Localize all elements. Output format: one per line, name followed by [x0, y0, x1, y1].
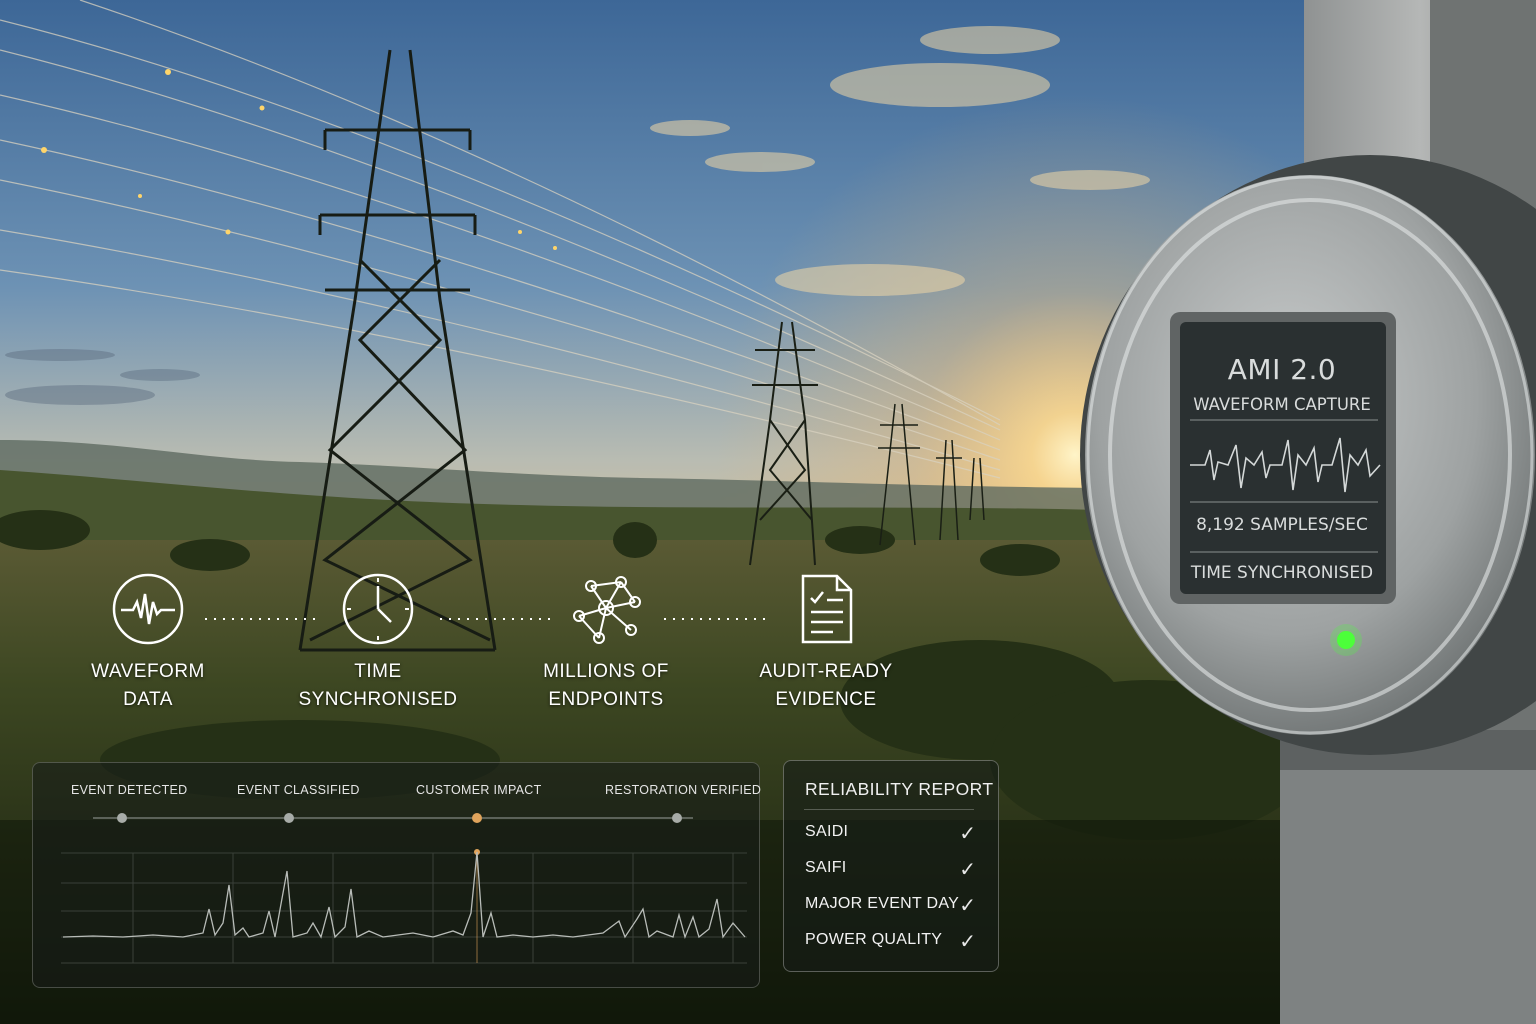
- report-divider: [804, 809, 974, 810]
- report-item-power-quality: POWER QUALITY ✓: [805, 931, 976, 953]
- feature-time-synchronised: TIME SYNCHRONISED: [293, 572, 463, 714]
- waveform-icon: [112, 573, 184, 645]
- feature-label-line2: EVIDENCE: [775, 689, 877, 710]
- reliability-report-panel: RELIABILITY REPORT SAIDI ✓ SAIFI ✓ MAJOR…: [783, 760, 999, 972]
- network-nodes-icon: [573, 576, 641, 644]
- report-item-saidi: SAIDI ✓: [805, 823, 976, 845]
- report-item-label: POWER QUALITY: [805, 931, 943, 948]
- report-item-major-event-day: MAJOR EVENT DAY ✓: [805, 895, 976, 917]
- meter-title: AMI 2.0: [1227, 353, 1337, 386]
- meter-display: AMI 2.0 WAVEFORM CAPTURE 8,192 SAMPLES/S…: [1174, 320, 1394, 602]
- feature-label-line1: AUDIT-READY: [759, 661, 893, 682]
- report-item-label: MAJOR EVENT DAY: [805, 895, 960, 912]
- report-item-label: SAIDI: [805, 823, 849, 840]
- feature-label-line2: SYNCHRONISED: [298, 689, 458, 710]
- meter-sample-rate: 8,192 SAMPLES/SEC: [1196, 515, 1368, 535]
- stage-marker: [117, 813, 127, 823]
- report-item-label: SAIFI: [805, 859, 847, 876]
- meter-sync-status: TIME SYNCHRONISED: [1190, 563, 1374, 583]
- feature-waveform-data: WAVEFORM DATA: [63, 572, 233, 714]
- feature-label-line2: ENDPOINTS: [548, 689, 664, 710]
- feature-label-line1: MILLIONS OF: [543, 661, 669, 682]
- checkmark-icon: ✓: [959, 931, 976, 953]
- feature-label-line1: TIME: [354, 661, 402, 682]
- stage-marker-active: [472, 813, 482, 823]
- event-timeline-panel: EVENT DETECTED EVENT CLASSIFIED CUSTOMER…: [32, 762, 761, 988]
- meter-subtitle: WAVEFORM CAPTURE: [1193, 395, 1371, 414]
- feature-audit-ready-evidence: AUDIT-READY EVIDENCE: [741, 572, 911, 714]
- stage-marker: [284, 813, 294, 823]
- feature-label-line2: DATA: [123, 689, 173, 710]
- stage-marker: [672, 813, 682, 823]
- report-item-saifi: SAIFI ✓: [805, 859, 976, 881]
- clock-icon: [342, 573, 414, 645]
- checkmark-icon: ✓: [959, 895, 976, 917]
- report-title: RELIABILITY REPORT: [805, 779, 994, 799]
- checkmark-icon: ✓: [959, 823, 976, 845]
- checkmark-icon: ✓: [959, 859, 976, 881]
- waveform-trace: [62, 851, 746, 940]
- document-check-icon: [801, 574, 853, 644]
- graph-gridlines: [61, 852, 747, 964]
- feature-label-line1: WAVEFORM: [91, 661, 205, 682]
- event-waveform-graph: [61, 813, 747, 964]
- feature-millions-of-endpoints: MILLIONS OF ENDPOINTS: [521, 572, 691, 714]
